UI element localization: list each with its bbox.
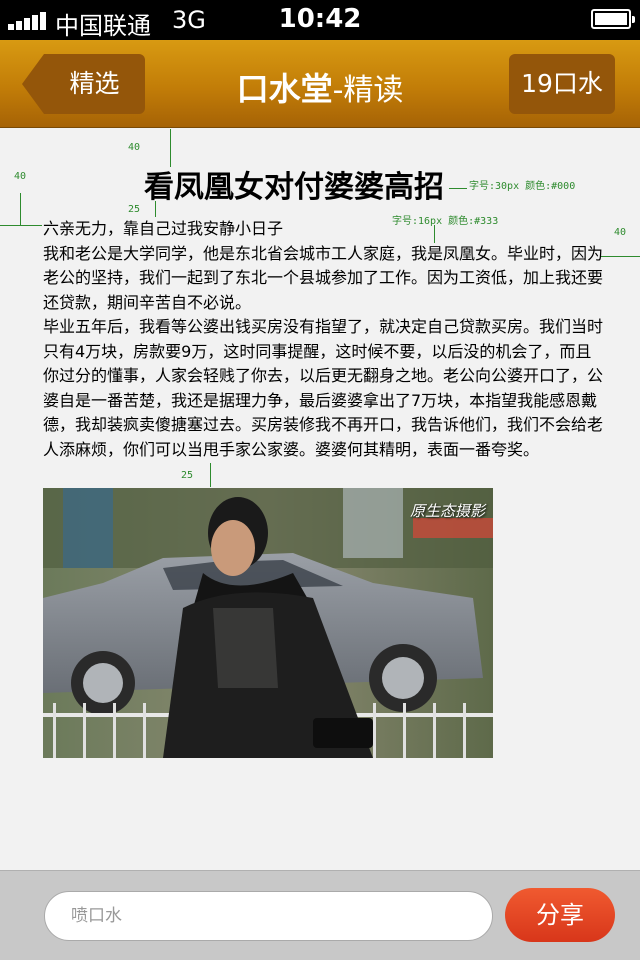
title-spec-annotation: 字号:30px 颜色:#000 [469,181,576,192]
article-paragraph: 我和老公是大学同学，他是东北省会城市工人家庭，我是凤凰女。毕业时，因为老公的坚持… [43,243,604,312]
status-time: 10:42 [278,4,362,34]
left-spacing-tick [20,193,21,225]
left-spacing-guide [0,225,42,226]
page-title-suffix: -精读 [332,73,404,108]
right-spacing-annotation: 40 [614,227,627,238]
title-gap-annotation: 25 [128,204,141,215]
image-gap-annotation: 25 [181,470,194,481]
article-paragraph: 六亲无力，靠自己过我安静小日子 [43,219,284,238]
nav-bar: 精选 口水堂-精读 19口水 [0,40,640,128]
image-gap-guide [210,463,211,487]
right-spacing-guide [600,256,640,257]
left-spacing-annotation: 40 [14,171,27,182]
article-paragraph: 毕业五年后，我看等公婆出钱买房没有指望了，就决定自己贷款买房。我们当时只有4万块… [43,317,604,459]
comments-count-button[interactable]: 19口水 [509,54,615,114]
page-title-brand: 口水堂 [236,70,333,108]
top-spacing-annotation: 40 [128,142,141,153]
article-photo[interactable]: 原生态摄影 [43,488,493,758]
article-content: 40 40 40 25 字号:30px 颜色:#000 字号:16px 颜色:#… [0,129,640,870]
battery-icon [591,9,635,29]
bottom-bar: 分享 [0,870,640,960]
photo-watermark: 原生态摄影 [409,502,485,520]
title-spec-guide [449,188,467,189]
share-button[interactable]: 分享 [505,888,615,942]
status-bar: 中国联通 3G 10:42 [0,0,640,40]
article-title: 看凤凰女对付婆婆高招 [144,170,444,205]
article-body: 六亲无力，靠自己过我安静小日子 我和老公是大学同学，他是东北省会城市工人家庭，我… [43,217,603,462]
comment-input[interactable] [44,891,493,941]
